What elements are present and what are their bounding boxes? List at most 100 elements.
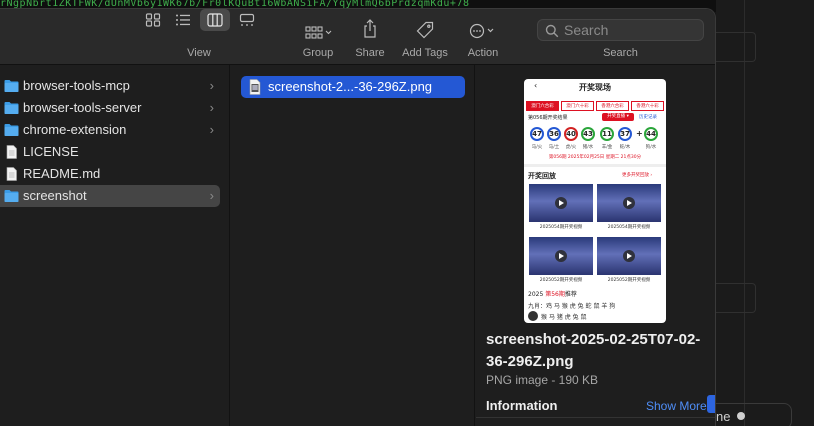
chevron-right-icon: ›: [209, 122, 214, 137]
thumb-section-more: 更多开奖回放 ›: [622, 173, 653, 178]
image-file-icon: [249, 79, 261, 95]
lottery-ball: 44: [644, 127, 658, 141]
promo-year: 2025: [528, 291, 544, 298]
columns-icon: [207, 13, 223, 27]
floating-button-icon: [528, 311, 538, 321]
ball-label: 蛇/木: [619, 145, 631, 150]
list-item-chrome-extension[interactable]: chrome-extension ›: [0, 119, 220, 141]
list-item-readme[interactable]: README.md: [0, 163, 220, 185]
folder-icon: [4, 190, 19, 202]
share-icon: [364, 19, 376, 38]
action-button[interactable]: Action: [462, 9, 504, 65]
thumb-tab: 香港六合彩: [596, 101, 629, 111]
view-control: View: [138, 9, 260, 65]
tag-icon: [416, 21, 434, 39]
list-item-browser-tools-server[interactable]: browser-tools-server ›: [0, 97, 220, 119]
share-button[interactable]: Share: [350, 9, 390, 65]
plus-sign: +: [636, 129, 643, 138]
list-item-browser-tools-mcp[interactable]: browser-tools-mcp ›: [0, 75, 220, 97]
finder-window: View Group Share Add Tags Action Search: [0, 8, 716, 426]
play-icon: [623, 250, 635, 262]
list-view-button[interactable]: [168, 9, 198, 31]
document-icon: [6, 145, 17, 159]
item-name: chrome-extension: [23, 122, 127, 137]
item-name: browser-tools-mcp: [23, 78, 130, 93]
play-icon: [555, 197, 567, 209]
search-icon: [545, 24, 559, 38]
parent-folder-column: browser-tools-mcp › browser-tools-server…: [0, 65, 230, 426]
video-caption: 2025054期开奖视频: [607, 225, 651, 230]
ball-label: 马/火: [531, 145, 543, 150]
show-more-link[interactable]: Show More: [646, 399, 707, 413]
item-name: browser-tools-server: [23, 100, 142, 115]
folder-icon: [4, 124, 19, 136]
thumb-tab: 澳门六十彩: [561, 101, 594, 111]
thumb-next-draw: 第056期 2025年02月25日 星期二 21点30分: [548, 155, 642, 160]
lottery-ball: 11: [600, 127, 614, 141]
grid-icon: [145, 13, 161, 27]
video-caption: 2025052期开奖视频: [539, 278, 583, 283]
background-toggle[interactable]: ne: [716, 403, 792, 426]
promo-suffix: 推荐: [564, 291, 577, 298]
gallery-view-button[interactable]: [232, 9, 262, 31]
background-button: [707, 395, 715, 413]
thumb-tabs: 澳门六合彩 澳门六十彩 香港六合彩 香港六十彩: [526, 101, 664, 111]
item-name: screenshot-2...-36-296Z.png: [268, 79, 433, 94]
item-name: screenshot: [23, 188, 87, 203]
preview-thumbnail[interactable]: ‹ 开奖现场 澳门六合彩 澳门六十彩 香港六合彩 香港六十彩 第056期开奖结果…: [524, 79, 666, 323]
thumb-section-title: 开奖回放: [528, 172, 556, 180]
lottery-ball: 36: [547, 127, 561, 141]
preview-kind: PNG image - 190 KB: [486, 373, 599, 387]
background-window: ne: [716, 0, 814, 426]
group-button[interactable]: Group: [296, 9, 340, 65]
group-label: Group: [302, 47, 334, 59]
list-item-screenshot[interactable]: screenshot ›: [0, 185, 220, 207]
ball-label: 马/土: [548, 145, 560, 150]
gallery-icon: [239, 13, 255, 26]
chevron-right-icon: ›: [209, 100, 214, 115]
column-view-button[interactable]: [200, 9, 230, 31]
list-item-license[interactable]: LICENSE: [0, 141, 220, 163]
add-tags-button[interactable]: Add Tags: [398, 9, 452, 65]
information-heading: Information: [486, 398, 558, 413]
play-icon: [623, 197, 635, 209]
thumb-line: 九肖：鸡 马 猴 虎 兔 蛇 鼠 羊 狗: [528, 303, 616, 310]
ball-label: 猪/水: [582, 145, 594, 150]
share-label: Share: [355, 47, 385, 59]
add-tags-label: Add Tags: [402, 47, 448, 59]
toolbar: View Group Share Add Tags Action Search: [0, 9, 715, 65]
lottery-ball: 37: [618, 127, 632, 141]
divider: [744, 0, 745, 426]
thumb-tab: 澳门六合彩: [526, 101, 559, 111]
promo-period: 第56期: [545, 291, 565, 298]
thumb-line: 猴 马 猪 虎 兔 鼠: [541, 314, 587, 321]
video-caption: 2025054期开奖视频: [539, 225, 583, 230]
thumb-tab: 香港六十彩: [631, 101, 664, 111]
video-thumb: 2025052期开奖视频: [529, 237, 593, 285]
search-label: Search: [603, 47, 638, 59]
view-label: View: [187, 47, 211, 59]
ellipsis-circle-icon: [469, 23, 494, 39]
divider: [476, 417, 715, 418]
lottery-ball: 47: [530, 127, 544, 141]
icon-view-button[interactable]: [138, 9, 168, 31]
list-item-selected-file[interactable]: screenshot-2...-36-296Z.png: [241, 76, 465, 98]
folder-contents-column: screenshot-2...-36-296Z.png: [231, 65, 475, 426]
search-field[interactable]: [537, 19, 704, 41]
ball-label: 羊/金: [601, 145, 613, 150]
folder-icon: [4, 102, 19, 114]
thumb-promo: 2025 第56期推荐: [528, 289, 577, 298]
search-input[interactable]: [564, 21, 700, 39]
ball-label: 虎/火: [565, 145, 577, 150]
lottery-ball: 40: [564, 127, 578, 141]
divider: [524, 164, 666, 167]
chevron-right-icon: ›: [209, 78, 214, 93]
background-toggle-label: ne: [716, 409, 731, 424]
background-field: [716, 283, 756, 313]
video-thumb: 2025054期开奖视频: [597, 184, 661, 232]
document-icon: [6, 167, 17, 181]
thumb-result-header: 第056期开奖结果: [528, 115, 568, 121]
folder-icon: [4, 80, 19, 92]
item-name: README.md: [23, 166, 101, 181]
preview-filename: screenshot-2025-02-25T07-02-36-296Z.png: [486, 331, 701, 370]
